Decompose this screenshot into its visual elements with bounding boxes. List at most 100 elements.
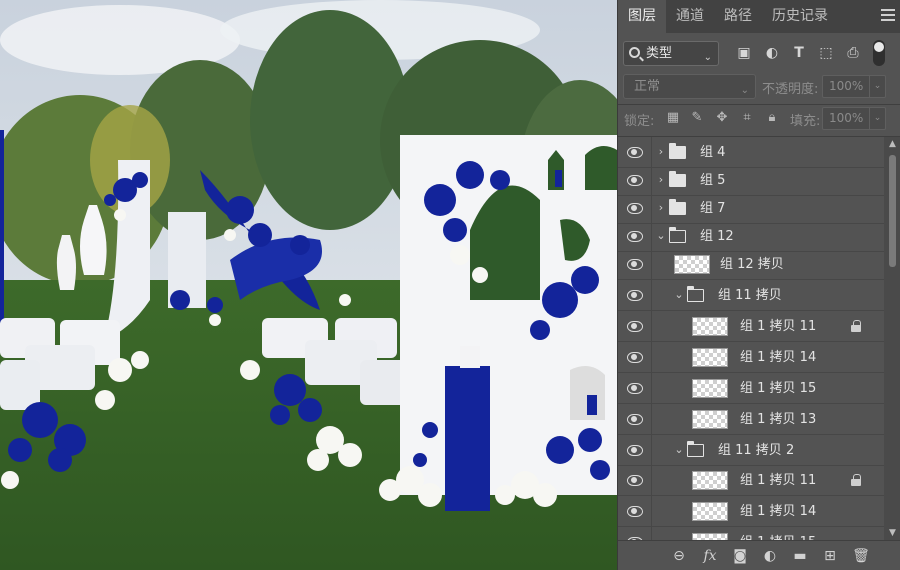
visibility-eye-icon[interactable] bbox=[627, 382, 643, 394]
layer-name: 组 1 拷贝 14 bbox=[740, 504, 817, 519]
blend-mode-select[interactable]: 正常 ⌄ bbox=[623, 74, 756, 99]
divider bbox=[618, 104, 900, 105]
scroll-down-icon[interactable]: ▼ bbox=[884, 526, 900, 540]
lock-all-icon[interactable]: 🔒︎ bbox=[764, 110, 780, 126]
tab-history[interactable]: 历史记录 bbox=[762, 0, 838, 33]
layer-row[interactable]: 组 1 拷贝 15 bbox=[618, 527, 884, 540]
chevron-down-icon: ⌄ bbox=[703, 52, 712, 63]
visibility-eye-icon[interactable] bbox=[627, 230, 643, 242]
visibility-eye-icon[interactable] bbox=[627, 258, 643, 270]
folder-open-icon bbox=[687, 286, 704, 302]
chevron-right-icon[interactable]: › bbox=[656, 145, 666, 158]
chevron-right-icon[interactable]: › bbox=[656, 201, 666, 214]
search-icon bbox=[629, 47, 640, 58]
fill-field[interactable]: 100% ⌄ bbox=[822, 107, 886, 130]
panel-menu-icon[interactable] bbox=[881, 9, 895, 21]
visibility-eye-icon[interactable] bbox=[627, 413, 643, 425]
scrollbar-thumb[interactable] bbox=[889, 155, 896, 267]
layer-list-scrollbar[interactable]: ▲ ▼ bbox=[884, 137, 900, 540]
layer-thumbnail bbox=[692, 410, 728, 429]
lock-brush-icon[interactable]: ✎ bbox=[689, 110, 705, 126]
fill-label: 填充: bbox=[790, 114, 821, 129]
scroll-up-icon[interactable]: ▲ bbox=[884, 137, 900, 151]
visibility-eye-icon[interactable] bbox=[627, 444, 643, 456]
opacity-value: 100% bbox=[829, 79, 864, 93]
adjustment-filter-icon[interactable]: ◐ bbox=[763, 44, 781, 62]
layer-thumbnail bbox=[674, 255, 710, 274]
layer-name: 组 1 拷贝 15 bbox=[740, 381, 817, 396]
layer-name: 组 1 拷贝 11 bbox=[740, 319, 817, 334]
tab-channels[interactable]: 通道 bbox=[666, 0, 714, 33]
visibility-eye-icon[interactable] bbox=[627, 146, 643, 158]
blend-mode-value: 正常 bbox=[634, 79, 661, 94]
layer-filter-select[interactable]: 类型 ⌄ bbox=[623, 41, 719, 66]
filter-toggle[interactable] bbox=[873, 40, 885, 66]
shape-filter-icon[interactable]: ⬚ bbox=[817, 44, 835, 62]
lock-move-icon[interactable]: ✥ bbox=[714, 110, 730, 126]
layer-name: 组 12 bbox=[700, 229, 734, 244]
visibility-eye-icon[interactable] bbox=[627, 202, 643, 214]
lock-label: 锁定: bbox=[624, 114, 655, 129]
chevron-down-icon[interactable]: ⌄ bbox=[656, 229, 666, 242]
tab-paths[interactable]: 路径 bbox=[714, 0, 762, 33]
fx-icon[interactable]: fx bbox=[701, 547, 719, 565]
layer-row[interactable]: 组 1 拷贝 13 bbox=[618, 404, 884, 435]
folder-open-icon bbox=[669, 227, 686, 243]
visibility-eye-icon[interactable] bbox=[627, 174, 643, 186]
layer-name: 组 1 拷贝 13 bbox=[740, 412, 817, 427]
layers-panel: 图层 通道 路径 历史记录 类型 ⌄ ▣ ◐ T ⬚ ⎙ 正常 ⌄ 不透明度: … bbox=[617, 0, 900, 570]
layer-row-group-7[interactable]: › 组 7 bbox=[618, 193, 884, 224]
delete-layer-icon[interactable]: 🗑︎ bbox=[852, 547, 870, 565]
layer-row-group-12[interactable]: ⌄ 组 12 bbox=[618, 221, 884, 252]
layer-thumbnail bbox=[692, 348, 728, 367]
layer-row-group-5[interactable]: › 组 5 bbox=[618, 165, 884, 196]
document-canvas[interactable] bbox=[0, 0, 617, 570]
lock-icon bbox=[851, 320, 861, 332]
chevron-down-icon: ⌄ bbox=[740, 85, 749, 96]
image-filter-icon[interactable]: ▣ bbox=[735, 44, 753, 62]
layer-row[interactable]: 组 1 拷贝 15 bbox=[618, 373, 884, 404]
layer-row[interactable]: 组 1 拷贝 14 bbox=[618, 496, 884, 527]
layer-row-group-11-copy-2[interactable]: ⌄ 组 11 拷贝 2 bbox=[618, 435, 884, 466]
layer-name: 组 4 bbox=[700, 145, 726, 160]
layer-name: 组 1 拷贝 11 bbox=[740, 473, 817, 488]
visibility-eye-icon[interactable] bbox=[627, 474, 643, 486]
layer-name: 组 7 bbox=[700, 201, 726, 216]
link-layers-icon[interactable]: ⊖ bbox=[670, 547, 688, 565]
visibility-eye-icon[interactable] bbox=[627, 351, 643, 363]
folder-open-icon bbox=[687, 441, 704, 457]
adjustment-layer-icon[interactable]: ◐ bbox=[761, 547, 779, 565]
layer-thumbnail bbox=[692, 533, 728, 540]
layer-row[interactable]: 组 12 拷贝 bbox=[618, 249, 884, 280]
add-mask-icon[interactable]: ◙ bbox=[731, 547, 749, 565]
layer-name: 组 5 bbox=[700, 173, 726, 188]
lock-artboard-icon[interactable]: ⌗ bbox=[739, 110, 755, 126]
chevron-right-icon[interactable]: › bbox=[656, 173, 666, 186]
visibility-eye-icon[interactable] bbox=[627, 320, 643, 332]
chevron-down-icon: ⌄ bbox=[869, 76, 885, 97]
new-group-icon[interactable]: ▬ bbox=[791, 547, 809, 565]
layer-row[interactable]: 组 1 拷贝 11 bbox=[618, 311, 884, 342]
new-layer-icon[interactable]: ⊞ bbox=[821, 547, 839, 565]
layer-name: 组 11 拷贝 2 bbox=[718, 443, 795, 458]
opacity-field[interactable]: 100% ⌄ bbox=[822, 75, 886, 98]
layer-row-group-4[interactable]: › 组 4 bbox=[618, 137, 884, 168]
visibility-eye-icon[interactable] bbox=[627, 505, 643, 517]
chevron-down-icon[interactable]: ⌄ bbox=[674, 443, 684, 456]
visibility-eye-icon[interactable] bbox=[627, 289, 643, 301]
layer-name: 组 1 拷贝 15 bbox=[740, 527, 816, 540]
layer-filter-value: 类型 bbox=[646, 46, 673, 61]
tab-layers[interactable]: 图层 bbox=[618, 0, 666, 33]
layer-name: 组 12 拷贝 bbox=[720, 257, 784, 272]
chevron-down-icon[interactable]: ⌄ bbox=[674, 288, 684, 301]
layer-row[interactable]: 组 1 拷贝 11 bbox=[618, 465, 884, 496]
type-filter-icon[interactable]: T bbox=[790, 44, 808, 62]
layer-row[interactable]: 组 1 拷贝 14 bbox=[618, 342, 884, 373]
layers-bottom-toolbar: ⊖ fx ◙ ◐ ▬ ⊞ 🗑︎ bbox=[618, 540, 900, 570]
folder-icon bbox=[669, 143, 686, 159]
lock-transparent-icon[interactable]: ▦ bbox=[665, 110, 681, 126]
smart-object-filter-icon[interactable]: ⎙ bbox=[844, 44, 862, 62]
folder-icon bbox=[669, 199, 686, 215]
layer-row-group-11-copy[interactable]: ⌄ 组 11 拷贝 bbox=[618, 280, 884, 311]
panel-tabs: 图层 通道 路径 历史记录 bbox=[618, 0, 900, 33]
